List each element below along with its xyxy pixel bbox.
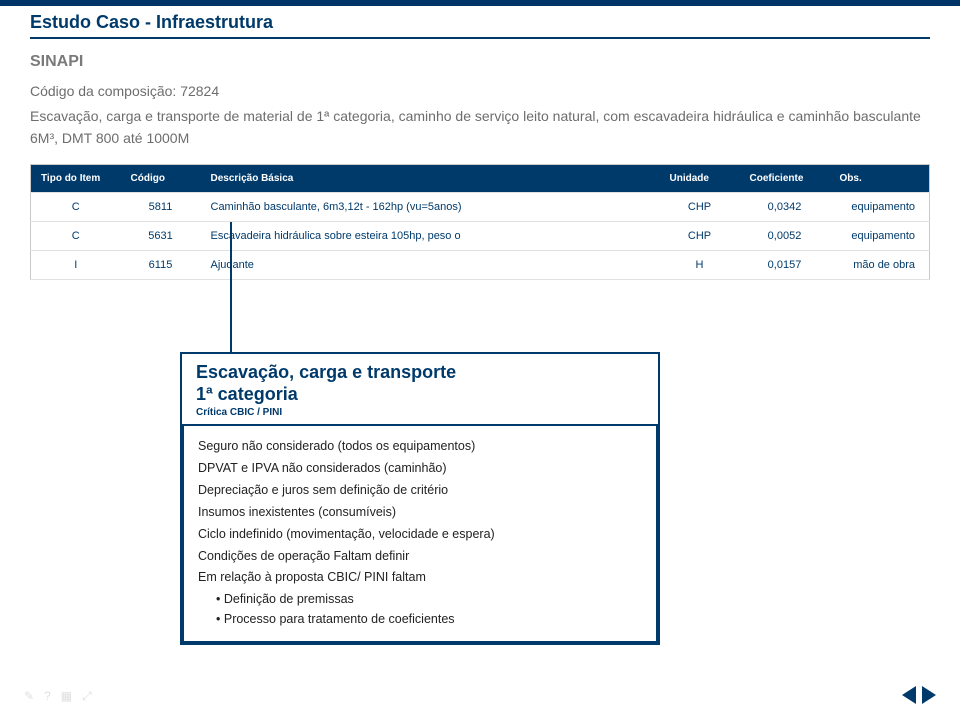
th-tipo: Tipo do Item — [31, 164, 121, 192]
composition-description: Escavação, carga e transporte de materia… — [0, 99, 960, 150]
callout-body: Seguro não considerado (todos os equipam… — [182, 424, 658, 643]
th-codigo: Código — [121, 164, 201, 192]
table-row: C 5811 Caminhão basculante, 6m3,12t - 16… — [31, 192, 930, 221]
cell-unidade: H — [660, 250, 740, 279]
th-desc: Descrição Básica — [201, 164, 660, 192]
cell-coef: 0,0157 — [740, 250, 830, 279]
bullet-item: DPVAT e IPVA não considerados (caminhão) — [198, 458, 642, 480]
cell-obs: equipamento — [830, 221, 930, 250]
cell-obs: mão de obra — [830, 250, 930, 279]
cell-desc: Caminhão basculante, 6m3,12t - 162hp (vu… — [201, 192, 660, 221]
nav-arrows — [902, 686, 936, 704]
bullet-item: Em relação à proposta CBIC/ PINI faltam — [198, 567, 642, 589]
callout-sub-list: Definição de premissas Processo para tra… — [198, 589, 642, 629]
cell-codigo: 5811 — [121, 192, 201, 221]
bullet-item: Condições de operação Faltam definir — [198, 546, 642, 568]
cell-tipo: C — [31, 192, 121, 221]
table-row: C 5631 Escavadeira hidráulica sobre este… — [31, 221, 930, 250]
cell-tipo: I — [31, 250, 121, 279]
page-title: Estudo Caso - Infraestrutura — [0, 6, 960, 35]
th-obs: Obs. — [830, 164, 930, 192]
bullet-item: Seguro não considerado (todos os equipam… — [198, 436, 642, 458]
th-coef: Coeficiente — [740, 164, 830, 192]
cell-desc: Ajudante — [201, 250, 660, 279]
cell-codigo: 5631 — [121, 221, 201, 250]
composition-code: Código da composição: 72824 — [0, 79, 960, 99]
table-header-row: Tipo do Item Código Descrição Básica Uni… — [31, 164, 930, 192]
sub-bullet-item: Definição de premissas — [216, 589, 642, 609]
grid-icon[interactable]: ▦ — [61, 689, 72, 704]
th-unidade: Unidade — [660, 164, 740, 192]
cell-codigo: 6115 — [121, 250, 201, 279]
cell-obs: equipamento — [830, 192, 930, 221]
composition-table: Tipo do Item Código Descrição Básica Uni… — [30, 164, 930, 280]
bullet-item: Ciclo indefinido (movimentação, velocida… — [198, 524, 642, 546]
cell-tipo: C — [31, 221, 121, 250]
help-icon[interactable]: ? — [44, 689, 51, 704]
sub-bullet-item: Processo para tratamento de coeficientes — [216, 609, 642, 629]
cell-coef: 0,0052 — [740, 221, 830, 250]
bottom-toolbar: ✎ ? ▦ ⤢ — [24, 689, 92, 704]
callout-leader-line — [230, 222, 232, 352]
expand-icon[interactable]: ⤢ — [82, 689, 92, 704]
callout-title-line1: Escavação, carga e transporte — [196, 362, 644, 384]
sinapi-subtitle: SINAPI — [0, 39, 960, 79]
next-arrow-icon[interactable] — [922, 686, 936, 704]
callout-subtitle: Crítica CBIC / PINI — [196, 407, 644, 418]
bullet-item: Depreciação e juros sem definição de cri… — [198, 480, 642, 502]
cell-desc: Escavadeira hidráulica sobre esteira 105… — [201, 221, 660, 250]
cell-unidade: CHP — [660, 192, 740, 221]
callout-title-line2: 1ª categoria — [196, 384, 644, 406]
callout-box: Escavação, carga e transporte 1ª categor… — [180, 352, 660, 645]
cell-unidade: CHP — [660, 221, 740, 250]
bullet-item: Insumos inexistentes (consumíveis) — [198, 502, 642, 524]
pencil-icon[interactable]: ✎ — [24, 689, 34, 704]
cell-coef: 0,0342 — [740, 192, 830, 221]
callout-bullet-list: Seguro não considerado (todos os equipam… — [198, 436, 642, 589]
prev-arrow-icon[interactable] — [902, 686, 916, 704]
table-row: I 6115 Ajudante H 0,0157 mão de obra — [31, 250, 930, 279]
